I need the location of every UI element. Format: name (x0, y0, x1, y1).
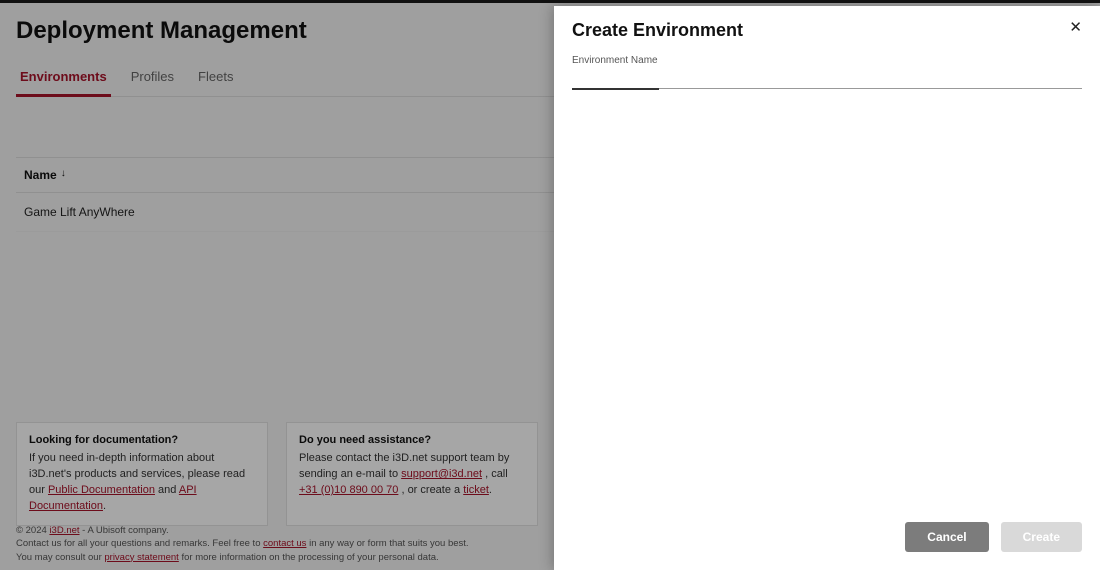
cancel-button[interactable]: Cancel (905, 522, 988, 552)
create-environment-drawer: Create Environment ✕ Environment Name Ca… (554, 6, 1100, 570)
drawer-header: Create Environment ✕ (554, 6, 1100, 47)
drawer-body: Environment Name (554, 47, 1100, 508)
environment-name-field-wrap (572, 66, 1082, 89)
create-button[interactable]: Create (1001, 522, 1082, 552)
environment-name-label: Environment Name (572, 55, 1082, 66)
input-focus-underline (572, 88, 659, 90)
drawer-title: Create Environment (572, 20, 743, 41)
environment-name-input[interactable] (572, 66, 1082, 89)
page-root: Deployment Management Environments Profi… (0, 3, 1100, 570)
close-icon[interactable]: ✕ (1069, 20, 1082, 35)
drawer-footer: Cancel Create (554, 508, 1100, 570)
